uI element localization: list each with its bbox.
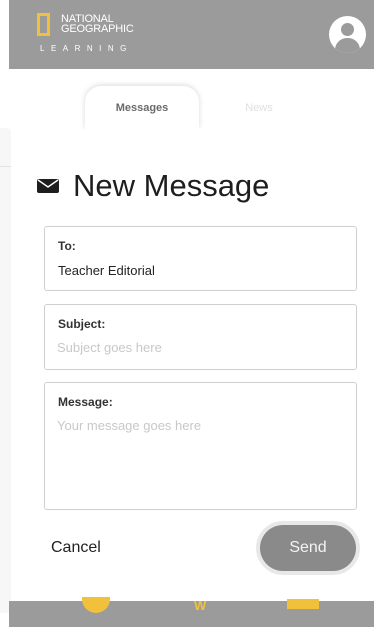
message-input[interactable] [57, 418, 342, 498]
to-label: To: [58, 239, 76, 253]
subject-label: Subject: [58, 317, 106, 331]
folder-icon[interactable] [287, 599, 319, 609]
subject-input[interactable] [57, 340, 337, 355]
brand-logo-text: NATIONAL GEOGRAPHIC [61, 14, 134, 35]
natgeo-logo-icon [37, 13, 50, 36]
new-message-modal: New Message To: Teacher Editorial Subjec… [11, 129, 374, 601]
home-icon[interactable] [82, 597, 110, 613]
screen: NATIONAL GEOGRAPHIC LEARNING Messages Ne… [0, 0, 374, 627]
cancel-button[interactable]: Cancel [51, 539, 101, 557]
app-header: NATIONAL GEOGRAPHIC LEARNING [9, 0, 374, 69]
modal-title: New Message [73, 168, 270, 203]
subject-field[interactable]: Subject: [44, 304, 357, 370]
bottom-nav: W [9, 597, 374, 627]
brand-line2: GEOGRAPHIC [61, 23, 134, 35]
brand-subline: LEARNING [40, 44, 133, 53]
tab-bar: Messages News [9, 69, 374, 129]
send-button[interactable]: Send [260, 525, 356, 571]
modal-title-row: New Message [37, 169, 269, 203]
w-icon[interactable]: W [194, 598, 206, 613]
to-field: To: Teacher Editorial [44, 226, 357, 291]
tab-news[interactable]: News [227, 86, 291, 129]
tab-messages[interactable]: Messages [85, 86, 199, 129]
message-field[interactable]: Message: [44, 382, 357, 510]
user-avatar-icon[interactable] [329, 16, 366, 53]
envelope-icon [37, 179, 59, 193]
message-label: Message: [58, 395, 113, 409]
to-value: Teacher Editorial [58, 263, 155, 278]
